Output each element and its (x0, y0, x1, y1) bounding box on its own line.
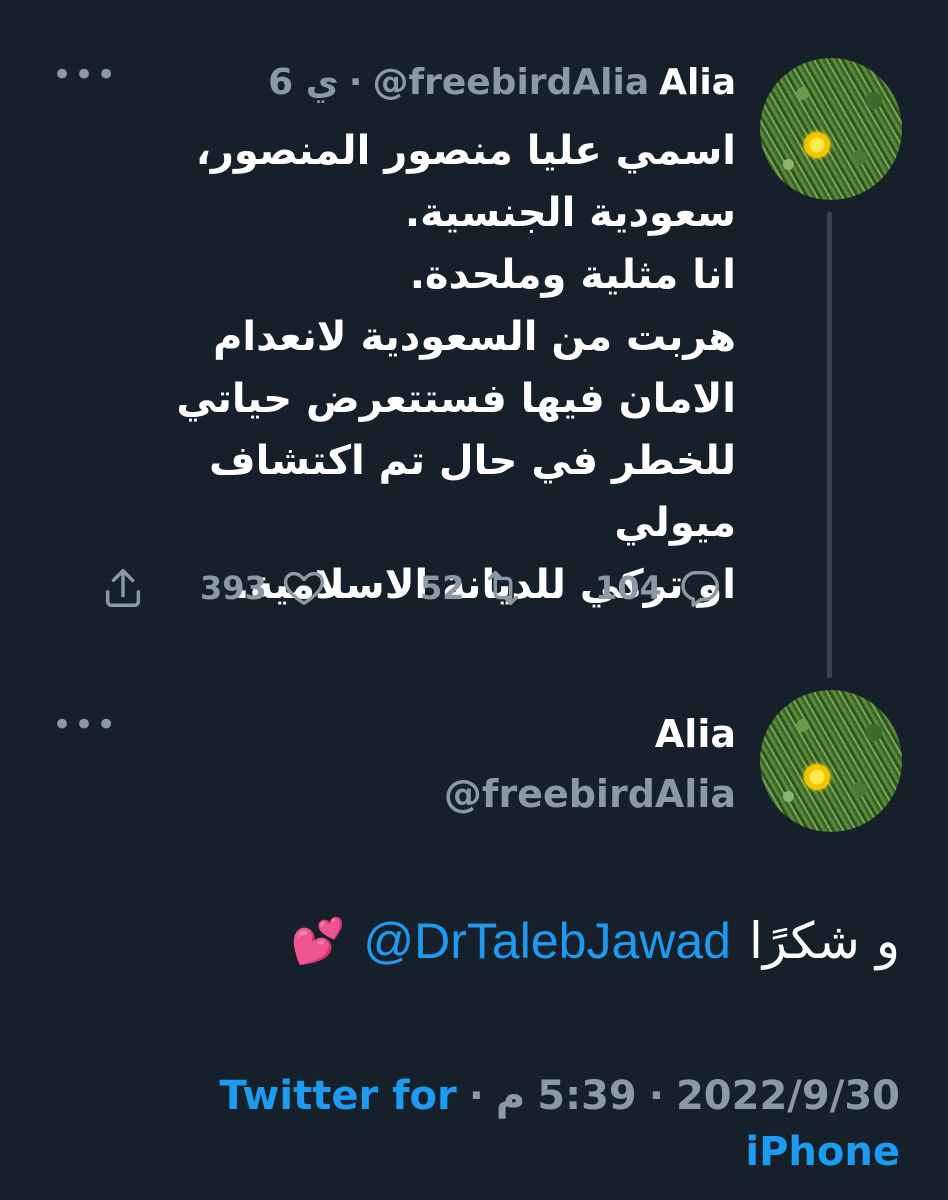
dandelion-image (804, 132, 830, 158)
two-hearts-emoji: 💕 (290, 916, 346, 967)
source-link[interactable]: Twitter for (220, 1068, 457, 1124)
heart-icon (283, 571, 324, 606)
user-name[interactable]: Alia (655, 712, 736, 756)
retweet-icon (487, 570, 518, 606)
separator-dot: · (468, 1073, 484, 1119)
tweet-text: اسمي عليا منصور المنصور، سعودية الجنسية.… (176, 128, 736, 608)
user-handle[interactable]: @freebirdAlia (372, 62, 649, 103)
share-icon (105, 569, 141, 607)
tweet-ampm: م (495, 1073, 526, 1119)
tweet-text: 💕 @DrTalebJawad و شكرًا (291, 912, 900, 970)
like-button[interactable]: 393 (200, 565, 327, 611)
avatar[interactable] (760, 690, 902, 832)
thread-connector-line (827, 212, 832, 678)
user-name[interactable]: Alia (659, 62, 736, 103)
reply-button[interactable]: 104 (595, 565, 722, 611)
reply-bubble-icon (681, 570, 719, 607)
source-link-line2[interactable]: iPhone (745, 1124, 900, 1180)
more-options-icon[interactable]: ••• (52, 58, 118, 92)
more-options-icon[interactable]: ••• (52, 708, 118, 742)
like-count: 393 (200, 569, 267, 607)
separator-dot: · (348, 62, 363, 103)
tweet-metadata: Twitter for · م 5:39 · 2022/9/30 iPhone (180, 1068, 900, 1180)
tweet-thread: ••• 6 ي · @freebirdAlia Alia اسمي عليا م… (0, 0, 948, 1200)
retweet-count: 52 (420, 569, 465, 607)
retweet-button[interactable]: 52 (420, 565, 527, 611)
reply-count: 104 (595, 569, 662, 607)
user-handle[interactable]: @freebirdAlia (444, 772, 736, 816)
tweet-text-prefix: و شكرًا (748, 912, 900, 970)
tweet-actions: 393 52 104 (90, 565, 740, 615)
mention-link[interactable]: @DrTalebJawad (363, 912, 731, 970)
avatar[interactable] (760, 58, 902, 200)
share-button[interactable] (100, 565, 146, 611)
tweet-date: 2022/9/30 (675, 1073, 900, 1119)
tweet-header: 6 ي · @freebirdAlia Alia (268, 62, 736, 106)
separator-dot: · (648, 1073, 664, 1119)
tweet-time: 5:39 (537, 1073, 637, 1119)
dandelion-image (804, 764, 830, 790)
tweet-time[interactable]: 6 ي (268, 62, 339, 103)
